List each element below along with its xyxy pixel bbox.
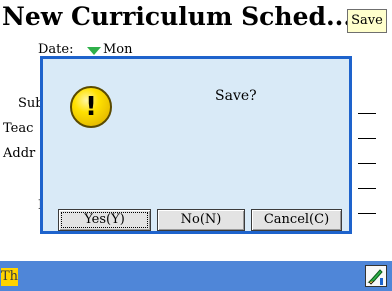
schedule-editor-screen: New Curriculum Sched... Save Date: Mon S… bbox=[0, 0, 392, 291]
address-label: Addr bbox=[3, 146, 36, 161]
dialog-message: Save? bbox=[215, 88, 257, 104]
save-button[interactable]: Save bbox=[347, 9, 387, 33]
pen-icon[interactable] bbox=[365, 265, 387, 287]
date-dropdown-arrow-icon[interactable] bbox=[87, 47, 101, 55]
no-button[interactable]: No(N) bbox=[157, 209, 245, 231]
notes-field-line bbox=[358, 213, 376, 214]
address-field-line-2 bbox=[358, 188, 376, 189]
subject-field-line bbox=[358, 113, 376, 114]
day-indicator[interactable]: Th bbox=[1, 268, 18, 286]
pen-icon-graphic bbox=[367, 269, 383, 285]
teacher-field-line bbox=[358, 138, 376, 139]
status-bar: Th bbox=[0, 261, 392, 291]
cancel-button[interactable]: Cancel(C) bbox=[251, 209, 342, 231]
page-title: New Curriculum Sched... bbox=[2, 2, 353, 31]
address-field-line bbox=[358, 163, 376, 164]
teacher-label: Teac bbox=[3, 121, 34, 136]
yes-button[interactable]: Yes(Y) bbox=[58, 209, 151, 231]
warning-icon: ! bbox=[70, 86, 112, 128]
save-confirm-dialog: ! Save? Yes(Y) No(N) Cancel(C) bbox=[40, 56, 352, 234]
